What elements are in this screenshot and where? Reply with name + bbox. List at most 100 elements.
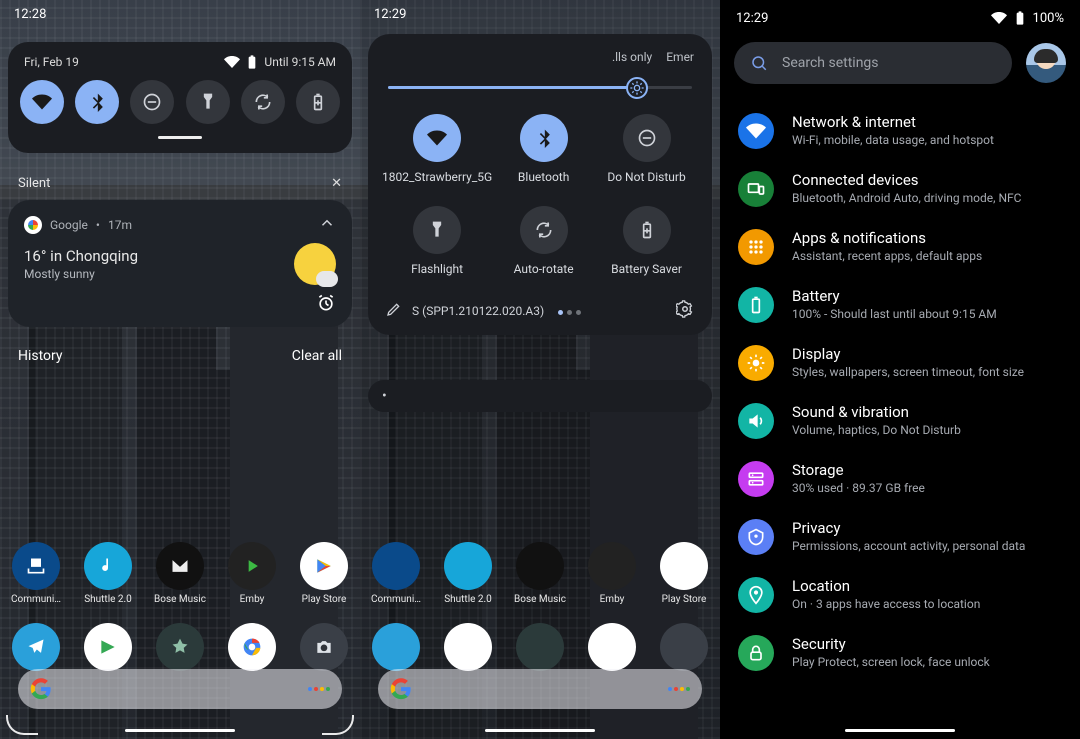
app-shortcut[interactable]: Bose Music: [152, 542, 208, 605]
sound-icon: [738, 403, 774, 439]
settings-row-display[interactable]: DisplayStyles, wallpapers, screen timeou…: [720, 334, 1080, 392]
qs-dnd[interactable]: [130, 80, 174, 124]
silent-section-header: Silent ✕: [0, 164, 360, 203]
status-bar: 12:28: [0, 0, 360, 28]
edit-tiles-icon[interactable]: [386, 301, 402, 320]
battery-status-icon: [244, 54, 260, 70]
settings-title: Location: [792, 577, 980, 595]
nav-gesture-bar[interactable]: [845, 729, 955, 732]
clear-all-button[interactable]: Clear all: [292, 348, 342, 364]
app-shortcut[interactable]: Play Store: [656, 542, 712, 605]
qs-battery-saver[interactable]: [296, 80, 340, 124]
profile-avatar[interactable]: [1026, 43, 1066, 83]
brightness-thumb[interactable]: [626, 77, 648, 99]
brightness-slider[interactable]: [388, 76, 692, 100]
settings-row-security[interactable]: Security Play Protect, screen lock, face …: [720, 624, 1080, 682]
app-shortcut[interactable]: Emby: [224, 542, 280, 605]
settings-list: Network & internet Wi-Fi, mobile, data us…: [720, 98, 1080, 690]
dock-app-camera[interactable]: [300, 623, 348, 671]
tile-wifi[interactable]: 1802_Strawberry_5G: [382, 114, 492, 184]
settings-row-devices[interactable]: Connected devicesBluetooth, Android Auto…: [720, 160, 1080, 218]
home-app-row: Communi… Shuttle 2.0 Bose Music Emby Pla…: [360, 542, 720, 605]
settings-subtitle: Wi-Fi, mobile, data usage, and hotspot: [792, 133, 994, 147]
weather-sunny-icon: [294, 243, 336, 285]
settings-title: Battery: [792, 287, 997, 305]
silent-dismiss-icon[interactable]: ✕: [331, 176, 342, 191]
search-bar[interactable]: [18, 669, 342, 709]
settings-subtitle: On · 3 apps have access to location: [792, 597, 980, 611]
search-bar[interactable]: [378, 669, 702, 709]
dock-app[interactable]: [516, 623, 564, 671]
settings-subtitle: 30% used · 89.37 GB free: [792, 481, 925, 495]
app-shortcut[interactable]: Emby: [584, 542, 640, 605]
settings-app: 12:29 100% Search settings Network & int…: [720, 0, 1080, 739]
tile-battery-saver[interactable]: Battery Saver: [595, 206, 698, 276]
quick-settings-row: [18, 80, 342, 124]
search-settings-input[interactable]: Search settings: [734, 42, 1012, 84]
app-shortcut[interactable]: Bose Music: [512, 542, 568, 605]
tile-bluetooth[interactable]: Bluetooth: [492, 114, 595, 184]
settings-row-storage[interactable]: Storage30% used · 89.37 GB free: [720, 450, 1080, 508]
settings-subtitle: Assistant, recent apps, default apps: [792, 249, 982, 263]
settings-subtitle: Bluetooth, Android Auto, driving mode, N…: [792, 191, 1021, 205]
qs-flashlight[interactable]: [186, 80, 230, 124]
google-icon: [24, 216, 42, 234]
alarm-icon[interactable]: [24, 293, 336, 313]
security-icon: [738, 635, 774, 671]
settings-subtitle: Permissions, account activity, personal …: [792, 539, 1025, 553]
settings-title: Network & internet: [792, 113, 994, 131]
search-placeholder: Search settings: [782, 55, 879, 71]
qs-bluetooth[interactable]: [75, 80, 119, 124]
app-shortcut[interactable]: Shuttle 2.0: [440, 542, 496, 605]
notif-age: 17m: [108, 218, 132, 232]
settings-row-wifi[interactable]: Network & internet Wi-Fi, mobile, data us…: [720, 102, 1080, 160]
dock-app-chrome[interactable]: [228, 623, 276, 671]
settings-row-battery[interactable]: Battery100% - Should last until about 9:…: [720, 276, 1080, 334]
dock-app-telegram[interactable]: [12, 623, 60, 671]
settings-gear-icon[interactable]: [676, 300, 694, 321]
app-shortcut[interactable]: Communi…: [8, 542, 64, 605]
notif-subtitle: Mostly sunny: [24, 267, 138, 281]
history-button[interactable]: History: [18, 348, 63, 364]
tile-flashlight[interactable]: Flashlight: [382, 206, 492, 276]
nav-gesture-bar[interactable]: [125, 729, 235, 732]
expand-chevron-icon[interactable]: [318, 214, 336, 235]
quick-settings-expanded[interactable]: .lls only Emer 1802_Strawberry_5G Blueto…: [368, 34, 712, 335]
settings-title: Privacy: [792, 519, 1025, 537]
settings-title: Security: [792, 635, 990, 653]
assistant-icon[interactable]: [308, 687, 330, 691]
settings-row-location[interactable]: Location On · 3 apps have access to locat…: [720, 566, 1080, 624]
notif-title: 16° in Chongqing: [24, 247, 138, 265]
shade-handle[interactable]: [158, 136, 202, 139]
build-text: S (SPP1.210122.020.A3): [412, 304, 544, 318]
dock-app[interactable]: [660, 623, 708, 671]
assistant-icon[interactable]: [668, 687, 690, 691]
dock-app[interactable]: [588, 623, 636, 671]
nav-gesture-bar[interactable]: [485, 729, 595, 732]
app-shortcut[interactable]: Communi…: [368, 542, 424, 605]
app-shortcut[interactable]: Shuttle 2.0: [80, 542, 136, 605]
media-bar[interactable]: •: [368, 380, 712, 412]
status-clock: 12:29: [374, 7, 406, 22]
search-icon: [750, 54, 768, 72]
settings-row-sound[interactable]: Sound & vibrationVolume, haptics, Do Not…: [720, 392, 1080, 450]
weather-notification[interactable]: Google • 17m 16° in Chongqing Mostly sun…: [8, 200, 352, 327]
status-bar: 12:29 100%: [720, 0, 1080, 26]
dock-app[interactable]: [444, 623, 492, 671]
dock-app[interactable]: [372, 623, 420, 671]
tile-autorotate[interactable]: Auto-rotate: [492, 206, 595, 276]
notification-shade-compact[interactable]: Fri, Feb 19 Until 9:15 AM: [8, 42, 352, 153]
dock-app-generic[interactable]: [156, 623, 204, 671]
app-shortcut[interactable]: Play Store: [296, 542, 352, 605]
qs-wifi[interactable]: [20, 80, 64, 124]
media-dot: •: [382, 388, 387, 404]
settings-row-apps[interactable]: Apps & notificationsAssistant, recent ap…: [720, 218, 1080, 276]
tile-dnd[interactable]: Do Not Disturb: [595, 114, 698, 184]
settings-subtitle: Play Protect, screen lock, face unlock: [792, 655, 990, 669]
dock-app-play[interactable]: [84, 623, 132, 671]
status-clock: 12:28: [14, 7, 46, 22]
qs-autorotate[interactable]: [241, 80, 285, 124]
location-icon: [738, 577, 774, 613]
settings-title: Sound & vibration: [792, 403, 961, 421]
settings-row-privacy[interactable]: Privacy Permissions, account activity, pe…: [720, 508, 1080, 566]
